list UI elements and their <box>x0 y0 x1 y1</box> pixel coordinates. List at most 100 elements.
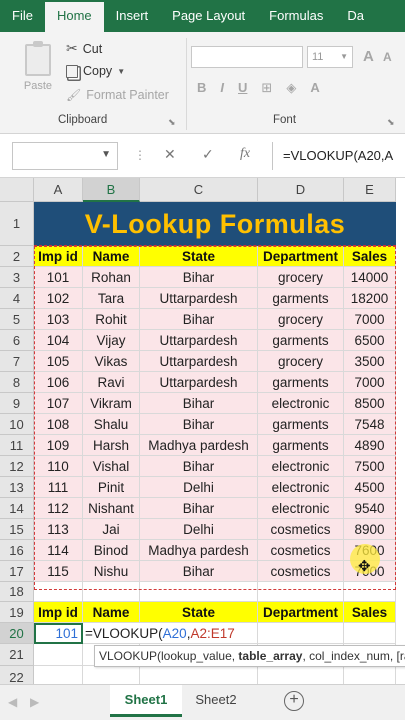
lookup-header-cell[interactable]: Imp id <box>34 602 83 623</box>
table-cell[interactable]: Bihar <box>140 498 258 519</box>
table-cell[interactable]: 8900 <box>344 519 396 540</box>
row-header-13[interactable]: 13 <box>0 477 34 498</box>
table-cell[interactable]: garments <box>258 414 344 435</box>
dialog-launcher-icon[interactable]: ⬊ <box>168 117 176 128</box>
empty-cell[interactable] <box>344 582 396 602</box>
sheet-tab-sheet1[interactable]: Sheet1 <box>110 685 182 717</box>
cut-button[interactable]: ✂ Cut <box>66 40 102 57</box>
lookup-header-cell[interactable]: Sales <box>344 602 396 623</box>
empty-cell[interactable] <box>258 582 344 602</box>
tab-scroll-right-icon[interactable]: ▶ <box>30 695 39 709</box>
table-cell[interactable]: 112 <box>34 498 83 519</box>
row-header-14[interactable]: 14 <box>0 498 34 519</box>
row-header-12[interactable]: 12 <box>0 456 34 477</box>
tab-scroll-left-icon[interactable]: ◀ <box>8 695 17 709</box>
add-sheet-icon[interactable]: + <box>284 691 304 711</box>
table-header-cell[interactable]: Name <box>83 246 140 267</box>
table-cell[interactable]: 4500 <box>344 477 396 498</box>
table-header-cell[interactable]: State <box>140 246 258 267</box>
table-cell[interactable]: 103 <box>34 309 83 330</box>
underline-button[interactable]: U <box>238 80 247 96</box>
table-cell[interactable]: cosmetics <box>258 519 344 540</box>
font-color-button[interactable]: A <box>310 80 319 96</box>
table-cell[interactable]: 111 <box>34 477 83 498</box>
insert-function-button[interactable]: fx <box>240 146 250 162</box>
table-cell[interactable]: Nishu <box>83 561 140 582</box>
worksheet-grid[interactable]: A B C D E 1 2 3 4 5 6 7 8 9 10 11 12 13 14 15 16 17 18 19 20 21 22… <box>0 178 405 684</box>
table-cell[interactable]: Pinit <box>83 477 140 498</box>
paste-button[interactable]: Paste <box>20 41 56 98</box>
table-cell[interactable]: 8500 <box>344 393 396 414</box>
table-cell[interactable]: Delhi <box>140 519 258 540</box>
column-header-e[interactable]: E <box>344 178 396 202</box>
table-cell[interactable]: Vishal <box>83 456 140 477</box>
table-cell[interactable]: electronic <box>258 456 344 477</box>
table-cell[interactable]: Rohan <box>83 267 140 288</box>
tab-insert[interactable]: Insert <box>104 0 161 32</box>
column-header-b[interactable]: B <box>83 178 140 202</box>
table-cell[interactable]: 14000 <box>344 267 396 288</box>
name-box[interactable]: ▼ <box>12 142 118 170</box>
table-cell[interactable]: 3500 <box>344 351 396 372</box>
row-header-10[interactable]: 10 <box>0 414 34 435</box>
font-size-input[interactable]: 11 ▼ <box>307 46 353 68</box>
row-header-1[interactable]: 1 <box>0 202 34 246</box>
tab-file[interactable]: File <box>0 0 45 32</box>
table-cell[interactable]: 105 <box>34 351 83 372</box>
row-header-22[interactable]: 22 <box>0 666 34 684</box>
row-header-11[interactable]: 11 <box>0 435 34 456</box>
table-cell[interactable]: Uttarpardesh <box>140 330 258 351</box>
table-cell[interactable]: 4890 <box>344 435 396 456</box>
copy-button[interactable]: Copy ▼ <box>66 64 125 78</box>
shrink-font-button[interactable]: A <box>383 50 392 64</box>
table-cell[interactable]: Jai <box>83 519 140 540</box>
row-header-15[interactable]: 15 <box>0 519 34 540</box>
fill-color-icon[interactable]: ◈ <box>286 80 296 96</box>
tab-home[interactable]: Home <box>44 2 104 32</box>
table-cell[interactable]: Vijay <box>83 330 140 351</box>
table-cell[interactable]: 7500 <box>344 456 396 477</box>
table-cell[interactable]: 108 <box>34 414 83 435</box>
chevron-down-icon[interactable]: ▼ <box>101 149 111 160</box>
empty-cell[interactable] <box>34 666 83 684</box>
table-cell[interactable]: Madhya pardesh <box>140 435 258 456</box>
empty-cell[interactable] <box>83 582 140 602</box>
table-header-cell[interactable]: Department <box>258 246 344 267</box>
table-cell[interactable]: Shalu <box>83 414 140 435</box>
borders-icon[interactable]: ⊞ <box>261 80 272 96</box>
column-header-c[interactable]: C <box>140 178 258 202</box>
row-header-3[interactable]: 3 <box>0 267 34 288</box>
table-cell[interactable]: 106 <box>34 372 83 393</box>
table-cell[interactable]: electronic <box>258 393 344 414</box>
table-cell[interactable]: Bihar <box>140 267 258 288</box>
table-cell[interactable]: 115 <box>34 561 83 582</box>
row-header-18[interactable]: 18 <box>0 582 34 602</box>
table-cell[interactable]: cosmetics <box>258 561 344 582</box>
column-header-d[interactable]: D <box>258 178 344 202</box>
table-cell[interactable]: Bihar <box>140 456 258 477</box>
table-cell[interactable]: Uttarpardesh <box>140 288 258 309</box>
function-arguments-tooltip[interactable]: VLOOKUP(lookup_value, table_array, col_i… <box>94 645 405 667</box>
table-cell[interactable]: 7000 <box>344 309 396 330</box>
formula-input[interactable]: =VLOOKUP(A20,A <box>272 142 405 170</box>
row-header-21[interactable]: 21 <box>0 644 34 666</box>
table-cell[interactable]: 18200 <box>344 288 396 309</box>
cancel-icon[interactable]: ✕ <box>164 146 176 163</box>
row-header-4[interactable]: 4 <box>0 288 34 309</box>
empty-cell[interactable] <box>34 644 83 666</box>
lookup-header-cell[interactable]: Name <box>83 602 140 623</box>
table-cell[interactable]: Bihar <box>140 393 258 414</box>
lookup-result-cell[interactable] <box>344 623 396 644</box>
table-cell[interactable]: Delhi <box>140 477 258 498</box>
table-cell[interactable]: 102 <box>34 288 83 309</box>
table-cell[interactable]: Vikas <box>83 351 140 372</box>
row-header-5[interactable]: 5 <box>0 309 34 330</box>
table-cell[interactable]: 7000 <box>344 372 396 393</box>
table-cell[interactable]: 104 <box>34 330 83 351</box>
table-cell[interactable]: Bihar <box>140 414 258 435</box>
dialog-launcher-icon[interactable]: ⬊ <box>387 117 395 128</box>
empty-cell[interactable] <box>140 666 258 684</box>
table-cell[interactable]: Tara <box>83 288 140 309</box>
column-header-a[interactable]: A <box>34 178 83 202</box>
sheet-tab-sheet2[interactable]: Sheet2 <box>184 685 248 717</box>
